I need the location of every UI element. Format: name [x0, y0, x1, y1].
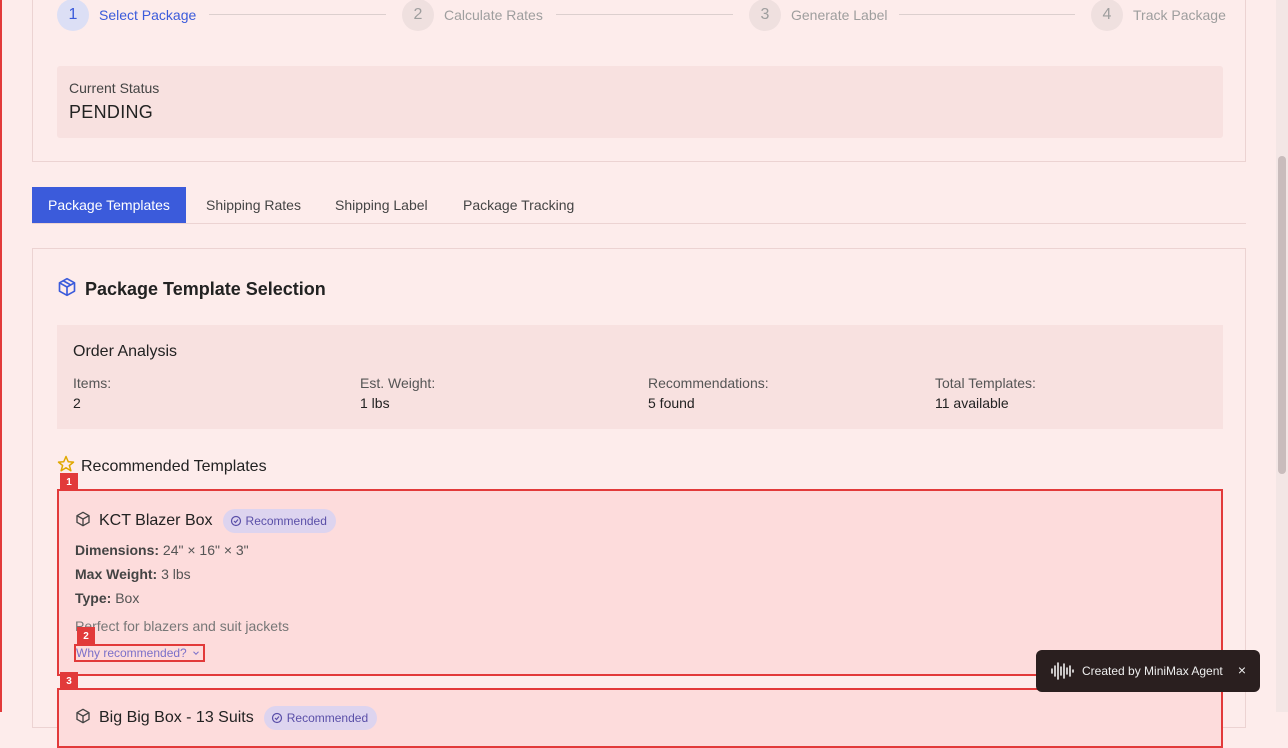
template-name: KCT Blazer Box: [99, 512, 213, 529]
check-circle-icon: [230, 515, 241, 527]
box-icon: [75, 708, 91, 729]
check-circle-icon: [271, 712, 282, 724]
tab-shipping-rates[interactable]: Shipping Rates: [190, 187, 317, 223]
agent-toast: Created by MiniMax Agent ×: [1036, 650, 1260, 692]
recommended-badge: Recommended: [263, 706, 378, 730]
element-marker-2: 2: [77, 627, 95, 645]
step-label: Track Package: [1133, 7, 1226, 23]
badge-label: Recommended: [245, 514, 327, 528]
step-generate-label[interactable]: 3 Generate Label: [749, 0, 888, 31]
element-marker-1: 1: [60, 473, 78, 491]
analysis-label: Total Templates:: [935, 375, 1036, 391]
tab-shipping-label[interactable]: Shipping Label: [319, 187, 444, 223]
step-number: 3: [749, 0, 781, 31]
step-track-package[interactable]: 4 Track Package: [1091, 0, 1226, 31]
analysis-value: 2: [73, 395, 81, 411]
step-connector: [556, 14, 733, 15]
type-value: Box: [115, 590, 140, 606]
step-number: 4: [1091, 0, 1123, 31]
analysis-items: Items: 2: [73, 375, 111, 411]
status-panel: Current Status PENDING: [57, 66, 1223, 138]
analysis-total-templates: Total Templates: 11 available: [935, 375, 1036, 411]
max-weight-value: 3 lbs: [161, 566, 191, 582]
progress-card: 1 Select Package 2 Calculate Rates 3 Gen…: [32, 0, 1246, 162]
package-icon: [57, 277, 77, 302]
box-icon: [75, 511, 91, 532]
max-weight-label: Max Weight:: [75, 566, 158, 582]
page-frame-border: [0, 0, 2, 712]
recommended-badge: Recommended: [222, 509, 336, 533]
section-header: Package Template Selection: [57, 277, 326, 302]
step-connector: [899, 14, 1075, 15]
template-max-weight: Max Weight: 3 lbs: [75, 566, 191, 582]
analysis-title: Order Analysis: [73, 343, 178, 360]
analysis-est-weight: Est. Weight: 1 lbs: [360, 375, 435, 411]
waveform-icon: [1050, 661, 1074, 681]
tab-package-tracking[interactable]: Package Tracking: [447, 187, 590, 223]
step-select-package[interactable]: 1 Select Package: [57, 0, 196, 31]
analysis-label: Recommendations:: [648, 375, 769, 391]
step-label: Generate Label: [791, 7, 888, 23]
status-label: Current Status: [69, 80, 160, 96]
analysis-recommendations: Recommendations: 5 found: [648, 375, 769, 411]
why-link-label: Why recommended?: [76, 646, 187, 660]
tab-bar: Package Templates Shipping Rates Shippin…: [32, 187, 1246, 224]
why-recommended-link[interactable]: Why recommended?: [74, 644, 205, 662]
step-number: 2: [402, 0, 434, 31]
scrollbar-thumb[interactable]: [1278, 156, 1286, 474]
recommended-title: Recommended Templates: [81, 457, 267, 475]
step-number: 1: [57, 0, 89, 31]
status-value: PENDING: [69, 102, 154, 122]
close-icon[interactable]: ×: [1238, 662, 1246, 678]
analysis-value: 11 available: [935, 395, 1009, 411]
step-connector: [209, 14, 386, 15]
analysis-label: Items:: [73, 375, 112, 391]
step-label: Select Package: [99, 7, 197, 23]
analysis-value: 5 found: [648, 395, 695, 411]
chevron-down-icon: [192, 651, 199, 655]
tab-package-templates[interactable]: Package Templates: [32, 187, 186, 223]
recommended-header: Recommended Templates: [57, 455, 267, 478]
type-label: Type:: [75, 590, 112, 606]
element-marker-3: 3: [60, 672, 78, 690]
toast-text: Created by MiniMax Agent: [1082, 664, 1223, 678]
template-dimensions: Dimensions: 24" × 16" × 3": [75, 542, 249, 558]
template-card-kct-blazer-box[interactable]: KCT Blazer Box Recommended Dimensions: 2…: [57, 489, 1223, 676]
template-card-big-big-box[interactable]: Big Big Box - 13 Suits Recommended: [57, 688, 1223, 748]
badge-label: Recommended: [286, 711, 369, 725]
analysis-value: 1 lbs: [360, 395, 390, 411]
template-card-header: KCT Blazer Box Recommended: [75, 509, 336, 533]
dimensions-label: Dimensions:: [75, 542, 160, 558]
dimensions-value: 24" × 16" × 3": [162, 542, 249, 558]
order-analysis-panel: Order Analysis Items: 2 Est. Weight: 1 l…: [57, 325, 1223, 429]
template-type: Type: Box: [75, 590, 139, 606]
analysis-label: Est. Weight:: [360, 375, 436, 391]
step-calculate-rates[interactable]: 2 Calculate Rates: [402, 0, 543, 31]
step-label: Calculate Rates: [444, 7, 543, 23]
template-description: Perfect for blazers and suit jackets: [75, 618, 289, 634]
template-card-header: Big Big Box - 13 Suits Recommended: [75, 706, 378, 730]
section-title: Package Template Selection: [85, 279, 326, 299]
